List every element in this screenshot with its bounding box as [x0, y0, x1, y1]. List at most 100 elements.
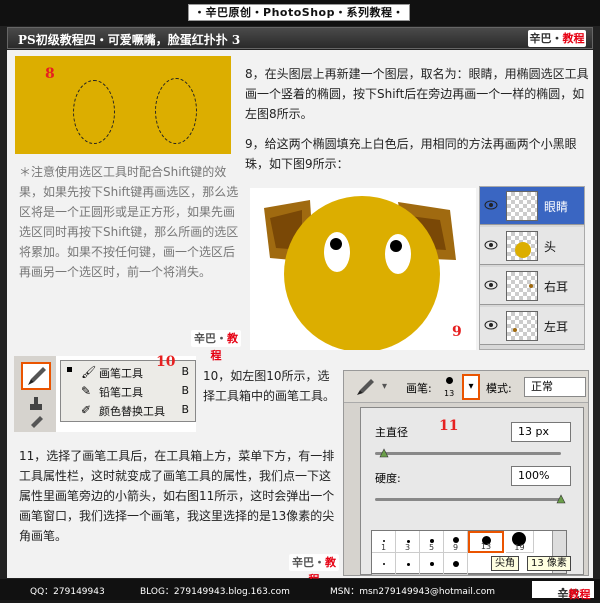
step-8-text: 8，在头图层上再新建一个图层，取名为：眼睛，用椭圆选区工具画一个竖着的椭圆，按下… — [245, 67, 589, 121]
head-circle — [284, 196, 440, 352]
layer-name: 左耳 — [544, 320, 569, 334]
brush-preset-selected[interactable]: 13 — [468, 531, 504, 553]
brush-size-small: 13 — [444, 389, 455, 398]
brush-preset[interactable]: 19 — [506, 531, 534, 553]
figure-number-10: 10 — [156, 354, 176, 370]
visibility-eye-icon[interactable] — [484, 280, 498, 290]
tooltip-text-b: 13 像素 — [531, 558, 567, 569]
hardness-value: 100% — [518, 469, 550, 482]
flyout-shortcut: B — [181, 384, 189, 397]
diameter-value: 13 px — [518, 425, 549, 438]
figure-10-toolbox: 🖌 画笔工具 B ✎ 铅笔工具 B ✐ 颜色替换工具 B 10 — [14, 354, 196, 432]
eye-white-left — [324, 232, 350, 272]
stamp-icon[interactable] — [26, 396, 46, 412]
layer-thumbnail — [506, 311, 538, 341]
layer-row-eyes[interactable]: 眼睛 — [480, 187, 584, 225]
brush-label: 画笔: — [406, 382, 432, 395]
layer-thumbnail — [506, 231, 538, 261]
flyout-shortcut: B — [181, 403, 189, 416]
layer-thumbnail — [506, 191, 538, 221]
step-10-text: 10，如左图10所示，选择工具箱中的画笔工具。 — [203, 369, 336, 403]
footer-qq: QQ：279149943 — [30, 587, 105, 597]
brush-preset[interactable]: 9 — [444, 531, 468, 553]
hardness-input[interactable]: 100% — [511, 466, 571, 486]
brush-preset[interactable]: 1 — [372, 531, 396, 553]
tool-options-bar: ▾ 画笔: 13 ▾ 模式: 正常 — [344, 371, 588, 403]
tooltip-text-a: 尖角 — [495, 558, 515, 569]
footer-logo-b: 教程 — [568, 588, 591, 601]
ellipse-selection-left — [73, 80, 115, 144]
brush-size-label: 5 — [428, 543, 435, 552]
content-area: 8 8，在头图层上再新建一个图层，取名为：眼睛，用椭圆选区工具画一个竖着的椭圆，… — [7, 50, 593, 586]
brush-picker-arrow-button[interactable]: ▾ — [462, 374, 480, 400]
brush-preset[interactable]: 5 — [420, 531, 444, 553]
visibility-eye-icon[interactable] — [484, 240, 498, 250]
figure-8-ellipse-selection: 8 — [15, 56, 231, 154]
layer-name: 头 — [544, 240, 557, 254]
figure-number-8: 8 — [45, 66, 55, 82]
brush-preset[interactable] — [420, 553, 444, 575]
layer-name: 右耳 — [544, 280, 569, 294]
dropdown-arrow-icon[interactable]: ▾ — [382, 381, 387, 392]
brush-size-label: 13 — [480, 542, 492, 551]
brush-icon — [28, 367, 46, 385]
brush-size-label: 3 — [404, 543, 411, 552]
brush-icon — [357, 379, 374, 395]
step-9-text: 9，给这两个椭圆填充上白色后，用相同的方法再画两个小黑眼珠，如下图9所示： — [245, 137, 577, 171]
hardness-slider-track[interactable] — [375, 498, 561, 501]
layer-row-right-ear[interactable]: 右耳 — [480, 267, 584, 305]
diameter-label: 主直径 — [375, 426, 408, 439]
pupil-right — [390, 240, 402, 252]
diameter-slider-thumb[interactable] — [379, 448, 389, 458]
brush-size-label: 1 — [380, 543, 387, 552]
watermark-logo: 辛巴・教程 — [289, 554, 339, 586]
title-bar: PS初级教程四・可爱噘嘴，脸蛋红扑扑 3 辛巴・教程 — [7, 27, 593, 49]
footer-blog: BLOG：279149943.blog.163.com — [140, 587, 290, 597]
brush-preset[interactable]: 3 — [396, 531, 420, 553]
diameter-slider-track[interactable] — [375, 452, 561, 455]
figure-9-face-with-eyes: 9 — [250, 188, 476, 352]
page-title: PS初级教程四・可爱噘嘴，脸蛋红扑扑 3 — [18, 33, 241, 47]
footer-msn: MSN：msn279149943@hotmail.com — [330, 587, 496, 597]
head-thumb-icon — [515, 242, 531, 258]
mode-select[interactable]: 正常 — [524, 377, 586, 397]
page-frame: ・辛巴原创・PhotoShop・系列教程・ PS初级教程四・可爱噘嘴，脸蛋红扑扑… — [0, 0, 600, 601]
visibility-eye-icon[interactable] — [484, 200, 498, 210]
brush-picker-popup: 主直径 11 13 px 硬度: 100% 1 3 5 9 13 19 尖角 1… — [360, 407, 584, 575]
top-banner: ・辛巴原创・PhotoShop・系列教程・ — [0, 0, 600, 26]
brush-preset[interactable] — [444, 553, 468, 575]
diameter-input[interactable]: 13 px — [511, 422, 571, 442]
brush-size-label: 9 — [452, 543, 459, 552]
ear-thumb-icon — [529, 284, 533, 288]
visibility-eye-icon[interactable] — [484, 320, 498, 330]
mode-value: 正常 — [531, 380, 553, 393]
brush-preset[interactable] — [396, 553, 420, 575]
flyout-item-color-replace[interactable]: ✐ 颜色替换工具 B — [61, 401, 195, 419]
series-banner: ・辛巴原创・PhotoShop・系列教程・ — [188, 4, 410, 21]
step-11-text: 11，选择了画笔工具后，在工具箱上方，菜单下方，有一排工具属性栏，这时就变成了画… — [19, 449, 335, 543]
figure-11-brush-options: ▾ 画笔: 13 ▾ 模式: 正常 主直径 11 13 px 硬度: 100% — [343, 370, 589, 576]
brush-size-label: 19 — [514, 543, 525, 552]
brush-preset[interactable] — [372, 553, 396, 575]
hardness-slider-thumb[interactable] — [556, 494, 566, 504]
brush-tool-button[interactable] — [21, 362, 51, 390]
layers-panel: 眼睛 头 右耳 左耳 — [479, 186, 585, 350]
eye-white-right — [385, 234, 411, 274]
flyout-item-pencil[interactable]: ✎ 铅笔工具 B — [61, 382, 195, 400]
flyout-shortcut: B — [181, 365, 189, 378]
brush-tooltip: 尖角 — [491, 556, 519, 571]
flyout-label: 颜色替换工具 — [99, 405, 165, 418]
toolbox-strip — [14, 356, 56, 432]
layer-row-left-ear[interactable]: 左耳 — [480, 307, 584, 345]
history-brush-icon[interactable] — [26, 414, 46, 430]
brush-preview-dot — [446, 377, 453, 384]
flyout-label: 铅笔工具 — [99, 386, 143, 399]
layer-row-head[interactable]: 头 — [480, 227, 584, 265]
brush-tool-flyout: 🖌 画笔工具 B ✎ 铅笔工具 B ✐ 颜色替换工具 B — [60, 360, 196, 422]
brand-logo: 辛巴・教程 — [528, 30, 586, 47]
color-replace-icon: ✐ — [81, 403, 92, 417]
figure-number-11: 11 — [439, 418, 459, 434]
ear-thumb-icon — [513, 328, 517, 332]
logo-text-b: 教程 — [562, 32, 585, 45]
ellipse-selection-right — [155, 78, 197, 144]
